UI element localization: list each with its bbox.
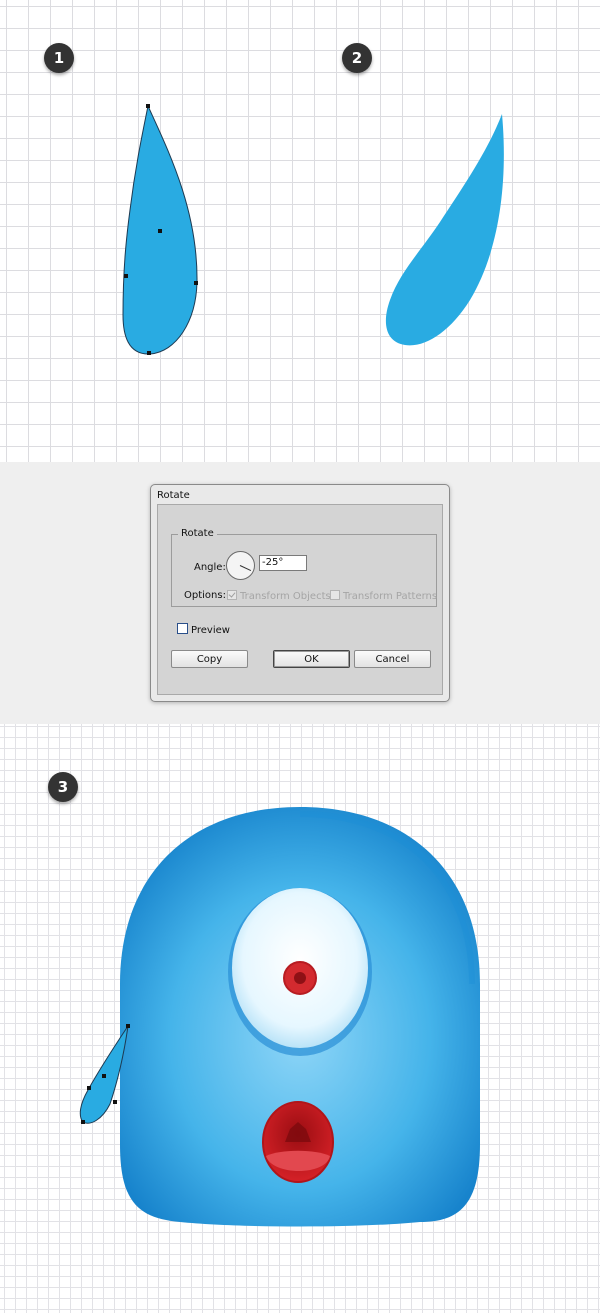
drop-shapes-artwork — [122, 104, 504, 355]
ok-button[interactable]: OK — [273, 650, 350, 668]
copy-button[interactable]: Copy — [171, 650, 248, 668]
monster-artwork — [79, 807, 480, 1227]
group-title: Rotate — [178, 528, 217, 539]
angle-input[interactable]: -25° — [259, 555, 307, 571]
checkbox-icon[interactable] — [330, 590, 340, 600]
transform-patterns-option[interactable]: Transform Patterns — [330, 590, 437, 602]
canvas-grid-bottom: 3 — [0, 724, 600, 1313]
dial-hand — [239, 565, 252, 572]
transform-objects-option[interactable]: Transform Objects — [227, 590, 331, 602]
cancel-button[interactable]: Cancel — [354, 650, 431, 668]
angle-label: Angle: — [194, 562, 226, 573]
options-label: Options: — [184, 590, 226, 601]
preview-label: Preview — [191, 625, 230, 636]
rotate-dialog: Rotate Rotate Angle: -25° Options: Trans… — [150, 484, 450, 702]
dial-icon[interactable] — [226, 551, 255, 580]
preview-checkbox[interactable] — [177, 623, 188, 634]
drop-shape-rotated — [385, 114, 504, 346]
transform-objects-label: Transform Objects — [240, 591, 331, 602]
dialog-title: Rotate — [157, 490, 190, 501]
transform-patterns-label: Transform Patterns — [343, 591, 438, 602]
dialog-area: Rotate Rotate Angle: -25° Options: Trans… — [0, 462, 600, 724]
canvas-grid-top: 1 2 — [0, 0, 600, 462]
checkbox-icon[interactable] — [227, 590, 237, 600]
dialog-body: Rotate Angle: -25° Options: Transform Ob… — [157, 504, 443, 695]
preview-option[interactable]: Preview — [177, 623, 230, 636]
